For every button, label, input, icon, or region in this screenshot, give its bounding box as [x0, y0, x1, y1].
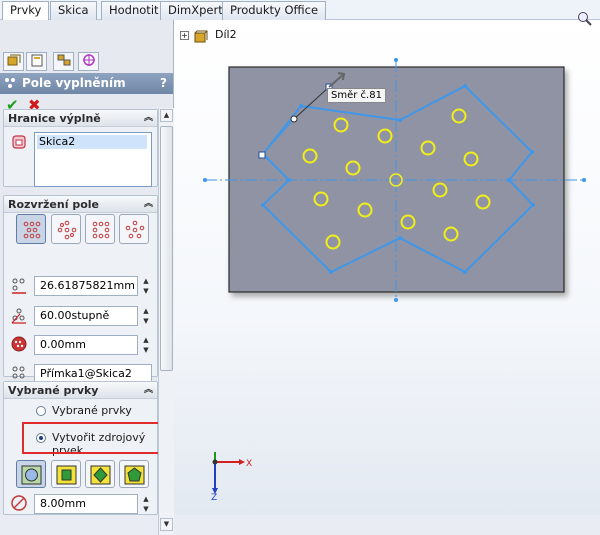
- tab-prvky[interactable]: Prvky: [2, 1, 50, 21]
- centerline-endpoint: [394, 58, 398, 62]
- margin-spinner[interactable]: ▲ ▼: [141, 335, 151, 355]
- square-layout-button[interactable]: [85, 214, 115, 244]
- features-group-title: Vybrané prvky: [8, 384, 99, 397]
- property-manager-panel: Pole vyplněním ? ✔ ✖ Hranice výplně ︽ Sk…: [0, 20, 174, 535]
- sketch-boundary-icon: [12, 135, 26, 149]
- spacing-spinner[interactable]: ▲ ▼: [141, 276, 151, 296]
- scroll-up-button[interactable]: ▲: [160, 109, 173, 122]
- layout-group: Rozvržení pole ︽ 26.61875821mm ▲ ▼ 60.00s…: [3, 195, 158, 384]
- centerline-endpoint: [203, 178, 207, 182]
- polygon-shape-icon: [124, 465, 145, 485]
- dimxpert-manager-tab-icon[interactable]: [78, 52, 99, 71]
- centerline-endpoint: [394, 298, 398, 302]
- direction-label[interactable]: Směr č.81: [327, 88, 386, 103]
- features-group-header[interactable]: Vybrané prvky ︽: [4, 382, 157, 399]
- square-pattern-icon: [92, 221, 110, 239]
- configuration-manager-tab-icon[interactable]: [53, 52, 74, 71]
- help-icon[interactable]: ?: [160, 73, 167, 94]
- boundary-selection-list[interactable]: Skica2: [34, 132, 152, 187]
- boundary-group-header[interactable]: Hranice výplně ︽: [4, 110, 157, 127]
- layout-group-title: Rozvržení pole: [8, 198, 99, 211]
- diameter-field[interactable]: 8.00mm: [34, 494, 138, 514]
- list-item[interactable]: Skica2: [37, 135, 147, 149]
- concentric-icon: [57, 220, 77, 240]
- highlight-box: [22, 422, 170, 454]
- layout-group-header[interactable]: Rozvržení pole ︽: [4, 196, 157, 213]
- margin-icon: [11, 336, 27, 352]
- circle-shape-button[interactable]: [16, 460, 46, 488]
- square-shape-icon: [56, 465, 77, 485]
- spacing-icon: [12, 278, 26, 294]
- angle-icon: [11, 308, 26, 324]
- sketch-drawing[interactable]: [174, 20, 600, 515]
- angle-field[interactable]: 60.00stupně: [34, 306, 138, 326]
- panel-scrollbar[interactable]: ▲ ▼: [158, 108, 174, 535]
- polygon-pattern-icon: [125, 220, 145, 239]
- selected-features-label: Vybrané prvky: [52, 404, 132, 417]
- diameter-icon: [11, 495, 27, 511]
- diamond-shape-icon: [90, 465, 111, 485]
- circle-shape-icon: [21, 465, 42, 485]
- axis-z-label: Z: [211, 493, 217, 500]
- fill-pattern-icon: [5, 78, 15, 88]
- scroll-down-button[interactable]: ▼: [160, 518, 173, 531]
- collapse-icon[interactable]: ︽: [144, 196, 153, 213]
- collapse-icon[interactable]: ︽: [144, 110, 153, 127]
- tab-dimxpert[interactable]: DimXpert: [160, 1, 231, 20]
- scroll-thumb[interactable]: [160, 126, 173, 371]
- property-manager-title-bar: Pole vyplněním ?: [0, 73, 173, 94]
- concentric-layout-button[interactable]: [51, 214, 81, 244]
- diameter-spinner[interactable]: ▲ ▼: [141, 494, 151, 514]
- triad-icon: X Z: [211, 452, 252, 500]
- collapse-icon[interactable]: ︽: [144, 382, 153, 399]
- direction-handle-mid[interactable]: [290, 115, 298, 123]
- direction-handle-start[interactable]: [258, 151, 266, 159]
- diamond-shape-button[interactable]: [85, 460, 115, 488]
- spacing-field[interactable]: 26.61875821mm: [34, 276, 138, 296]
- tab-produkty-office[interactable]: Produkty Office: [222, 1, 327, 20]
- axis-x-label: X: [246, 459, 252, 469]
- boundary-group: Hranice výplně ︽ Skica2: [3, 109, 158, 187]
- perforation-icon: [23, 221, 41, 239]
- polygon-layout-button[interactable]: [119, 214, 149, 244]
- selected-features-radio[interactable]: [36, 406, 46, 416]
- polygon-shape-button[interactable]: [119, 460, 149, 488]
- command-manager-tabs: Prvky Skica Hodnotit DimXpert Produkty O…: [0, 0, 600, 21]
- square-shape-button[interactable]: [51, 460, 81, 488]
- app-window: Prvky Skica Hodnotit DimXpert Produkty O…: [0, 0, 600, 535]
- property-manager-tab-icon[interactable]: [26, 52, 47, 71]
- tab-skica[interactable]: Skica: [50, 1, 97, 20]
- property-manager-title: Pole vyplněním: [22, 76, 126, 90]
- centerline-endpoint: [582, 178, 586, 182]
- tab-hodnotit[interactable]: Hodnotit: [101, 1, 167, 20]
- angle-spinner[interactable]: ▲ ▼: [141, 306, 151, 326]
- boundary-group-title: Hranice výplně: [8, 112, 101, 125]
- perforation-layout-button[interactable]: [16, 214, 46, 244]
- margin-field[interactable]: 0.00mm: [34, 335, 138, 355]
- feature-manager-tab-icon[interactable]: [3, 52, 24, 71]
